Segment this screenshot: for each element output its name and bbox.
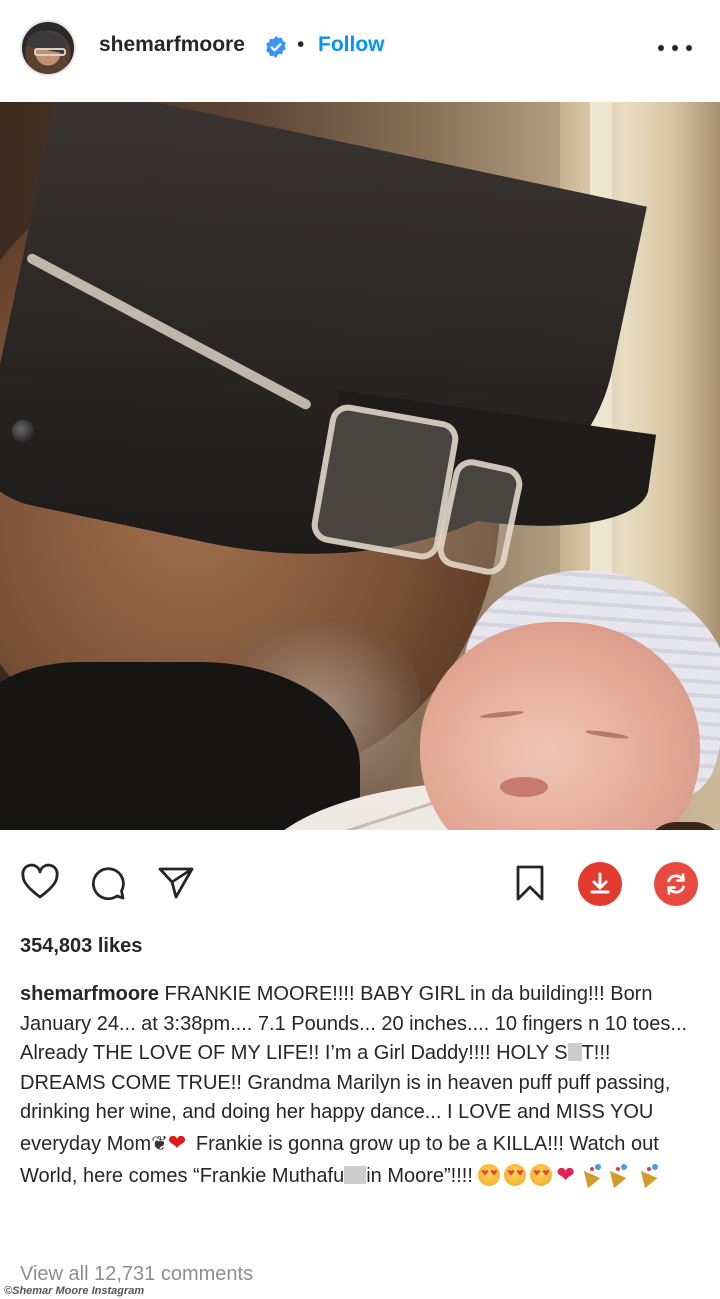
follow-button[interactable]: Follow [318,33,385,57]
view-comments-link[interactable]: View all 12,731 comments [20,1263,253,1286]
avatar-glasses [34,48,66,56]
action-bar [0,850,720,920]
more-options-icon[interactable] [658,36,692,60]
red-heart-icon: ❤ [167,1129,187,1155]
verified-badge-icon [266,36,286,58]
party-popper-icon [579,1163,601,1186]
photo-jacket [0,662,360,830]
download-icon[interactable] [578,862,622,906]
heart-eyes-icon [504,1163,527,1186]
bookmark-icon[interactable] [510,863,550,903]
post-header: shemarfmoore • Follow [0,0,720,100]
header-separator: • [297,33,305,56]
heart-icon[interactable] [20,863,60,903]
caption-text: in Moore”!!!! [366,1164,473,1187]
pink-heart-icon: ❤ [556,1161,575,1187]
heart-eyes-icon [530,1163,553,1186]
hugging-hands-icon: ❦ [151,1132,168,1155]
comment-icon[interactable] [88,863,128,903]
party-popper-icon [636,1163,659,1186]
likes-count[interactable]: 354,803 likes [20,935,142,958]
photo-credit: ©Shemar Moore Instagram [0,1284,149,1299]
photo-baby-mouth [500,777,548,797]
censor-block [344,1165,367,1184]
profile-avatar[interactable] [20,20,76,76]
heart-eyes-icon [478,1163,501,1186]
photo-glasses-lens [308,401,462,563]
username-link[interactable]: shemarfmoore [99,33,245,57]
share-icon[interactable] [156,863,196,903]
post-caption: shemarfmoore FRANKIE MOORE!!!! BABY GIRL… [20,980,700,1191]
caption-username-link[interactable]: shemarfmoore [20,983,159,1005]
post-photo[interactable] [0,102,720,830]
refresh-icon[interactable] [654,862,698,906]
photo-earring [12,420,34,442]
party-popper-icon [605,1163,627,1186]
censor-block [567,1043,582,1062]
